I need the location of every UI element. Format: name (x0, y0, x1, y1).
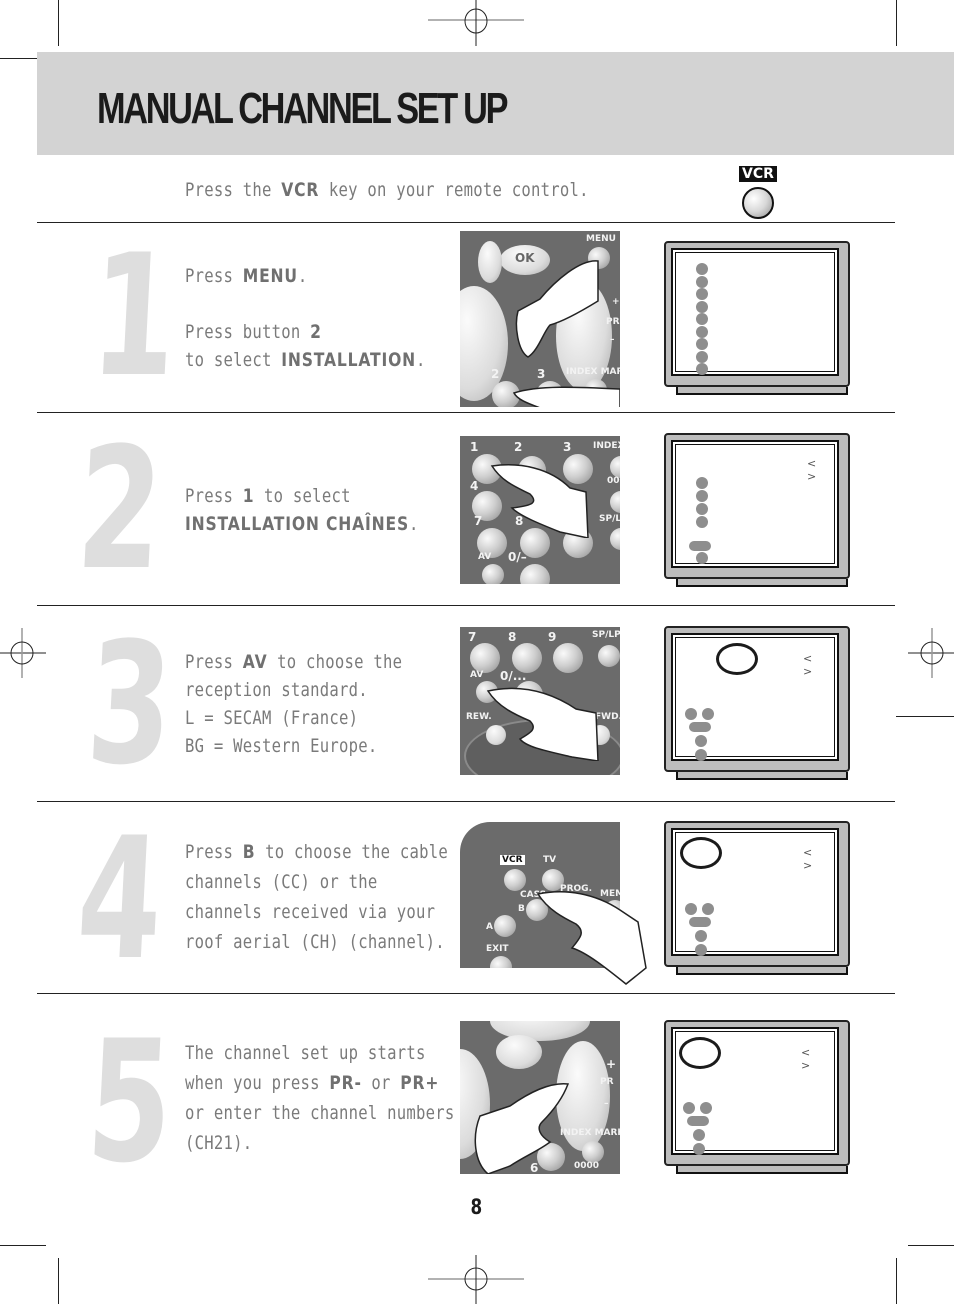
pointing-hand-icon (490, 464, 589, 538)
step-instruction: Press MENU. Press button 2 to select INS… (185, 265, 426, 371)
crop-mark (896, 0, 897, 46)
registration-mark-icon (428, 1255, 524, 1304)
step-number: 1 (86, 218, 181, 414)
nav-arrows-icon: < > (803, 652, 819, 678)
tv-screen-illustration: < > (664, 1020, 850, 1174)
menu-item-dot (696, 338, 708, 350)
page-title: MANUAL CHANNEL SET UP (97, 84, 508, 133)
pointing-hand-icon (536, 891, 647, 985)
step-instruction: Press B to choose the cable channels (CC… (185, 841, 448, 953)
remote-control-illustration: 7 8 9 SP/LP AV 0/... REW. FWD. (460, 627, 620, 775)
pointing-hand-icon (515, 260, 599, 358)
nav-arrows-icon: < > (807, 457, 823, 483)
step-instruction: Press AV to choose the reception standar… (185, 651, 403, 757)
tv-screen-illustration: < > (664, 433, 850, 587)
tv-screen-illustration: < > (664, 626, 850, 780)
menu-item-dot (696, 288, 708, 300)
vcr-key-button-icon (742, 187, 774, 219)
step-number: 4 (72, 801, 167, 997)
step-instruction: The channel set up starts when you press… (185, 1042, 455, 1154)
tv-screen-illustration: < > (664, 821, 850, 975)
vcr-key-label: VCR (739, 166, 777, 182)
crop-mark (58, 0, 59, 46)
menu-item-dot (696, 275, 708, 288)
highlight-ring-icon (680, 837, 722, 869)
remote-control-illustration: + PR – INDEX MARK 5 6 0000 (460, 1021, 620, 1174)
menu-item-dot (696, 363, 708, 375)
registration-mark-icon (428, 0, 524, 46)
crop-mark (896, 716, 954, 717)
crop-mark (896, 1258, 897, 1304)
divider (37, 993, 895, 994)
menu-item-dot (696, 350, 708, 363)
crop-mark (0, 1245, 46, 1246)
registration-mark-icon (0, 628, 46, 678)
menu-item-dot (696, 325, 708, 338)
highlight-ring-icon (716, 643, 758, 675)
pointing-hand-icon (486, 687, 599, 761)
crop-mark (58, 1258, 59, 1304)
tv-screen-illustration (664, 241, 850, 395)
page-number: 8 (470, 1195, 483, 1219)
intro-instruction: Press the VCR key on your remote control… (185, 179, 589, 201)
remote-control-illustration: OK MENU + PR – 2 3 INDEX MARK (460, 231, 620, 407)
step-number: 3 (82, 606, 177, 802)
highlight-ring-icon (679, 1037, 721, 1069)
menu-item-dot (696, 263, 708, 275)
pointing-hand-icon (474, 1083, 570, 1174)
step-number: 2 (72, 411, 167, 607)
menu-item-dot (696, 300, 708, 313)
nav-arrows-icon: < > (803, 846, 819, 872)
crop-mark (908, 1245, 954, 1246)
step-instruction: Press 1 to select INSTALLATION CHAÎNES. (185, 485, 419, 535)
pointing-hand-icon (512, 386, 620, 407)
step-number: 5 (82, 1004, 177, 1200)
registration-mark-icon (908, 628, 954, 678)
nav-arrows-icon: < > (801, 1046, 817, 1072)
menu-item-dot (696, 313, 708, 325)
remote-control-illustration: 1 2 3 INDEX 4 0000 7 8 9 SP/LP AV 0/– (460, 436, 620, 584)
